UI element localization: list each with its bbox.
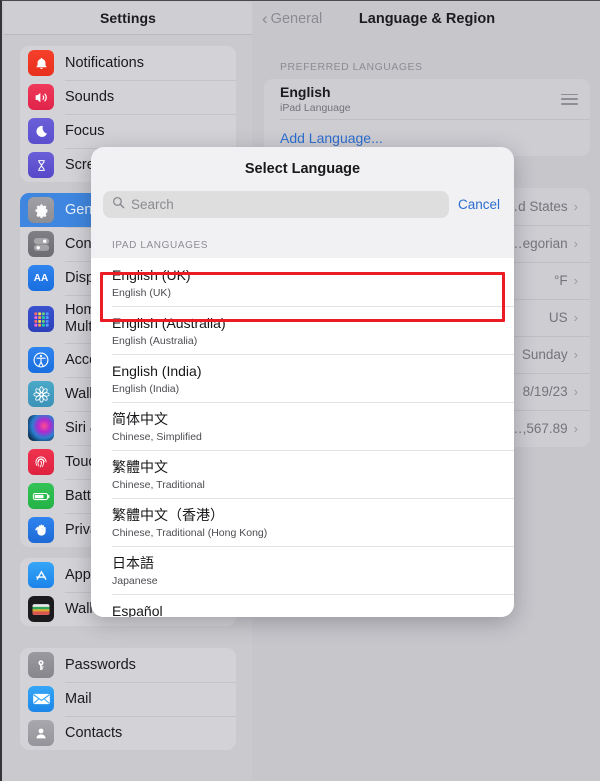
sidebar-item-label: Passwords: [65, 656, 136, 673]
accessibility-icon: [28, 347, 54, 373]
region-setting-value: …egorian: [509, 236, 568, 251]
language-row-english[interactable]: English iPad Language: [264, 79, 590, 119]
language-option-name: English (UK): [112, 267, 191, 283]
sidebar-header: Settings: [4, 2, 252, 35]
ipad-settings-screen: Settings Notifications Sounds Focus Screen …: [0, 0, 600, 781]
language-option-name: English (Australia): [112, 315, 226, 331]
region-setting-value: …d States: [504, 199, 568, 214]
detail-navbar: ‹ General Language & Region: [252, 2, 600, 35]
language-option-name: English (India): [112, 363, 202, 379]
appstore-icon: [28, 562, 54, 588]
language-option-name: 繁體中文（香港）: [112, 507, 224, 523]
region-setting-value: US: [548, 310, 568, 325]
sidebar-item-focus[interactable]: Focus: [20, 114, 236, 148]
region-setting-value: …,567.89: [509, 421, 568, 436]
chevron-right-icon: ›: [573, 421, 578, 436]
search-icon: [112, 196, 125, 214]
grid-icon: [28, 306, 54, 332]
preferred-languages-header: PREFERRED LANGUAGES: [280, 61, 423, 73]
sidebar-item-notifications[interactable]: Notifications: [20, 46, 236, 80]
chevron-right-icon: ›: [573, 273, 578, 288]
sidebar-item-label: Focus: [65, 122, 105, 139]
reorder-handle[interactable]: [561, 93, 578, 105]
wallet-icon: [28, 596, 54, 622]
battery-icon: [28, 483, 54, 509]
language-option-subtitle: English (Australia): [112, 335, 198, 347]
modal-title: Select Language: [244, 161, 361, 177]
language-option-subtitle: Chinese, Traditional: [112, 479, 205, 491]
sidebar-item-mail[interactable]: Mail: [20, 682, 236, 716]
language-option[interactable]: 繁體中文 Chinese, Traditional: [91, 450, 514, 498]
hourglass-icon: [28, 152, 54, 178]
language-subtitle: iPad Language: [280, 102, 351, 114]
aa-icon: AA: [28, 265, 54, 291]
sidebar-group: Passwords Mail Contacts: [20, 648, 236, 750]
contacts-icon: [28, 720, 54, 746]
mail-icon: [28, 686, 54, 712]
sidebar-item-passwords[interactable]: Passwords: [20, 648, 236, 682]
add-language-label: Add Language...: [280, 129, 383, 146]
language-option-subtitle: Chinese, Traditional (Hong Kong): [112, 527, 268, 539]
language-option[interactable]: English (UK) English (UK): [91, 258, 514, 306]
preferred-languages-card: English iPad Language Add Language...: [264, 79, 590, 156]
language-name: English: [280, 84, 331, 100]
language-option-subtitle: English (India): [112, 383, 180, 395]
back-button-label: General: [270, 10, 323, 27]
chevron-right-icon: ›: [573, 384, 578, 399]
chevron-right-icon: ›: [573, 347, 578, 362]
sidebar-item-sounds[interactable]: Sounds: [20, 80, 236, 114]
sidebar-item-label: Sounds: [65, 88, 115, 105]
siri-icon: [28, 415, 54, 441]
language-list: English (UK) English (UK) English (Austral…: [91, 258, 514, 617]
flower-icon: [28, 381, 54, 407]
region-setting-value: Sunday: [521, 347, 568, 362]
gear-icon: [28, 197, 54, 223]
sidebar-item-label: Mail: [65, 690, 92, 707]
modal-search-bar: Cancel: [91, 177, 514, 218]
language-option-name: 日本語: [112, 555, 154, 571]
sidebar-item-label: Notifications: [65, 54, 144, 71]
bell-icon: [28, 50, 54, 76]
language-option-subtitle: English (UK): [112, 287, 171, 299]
fingerprint-icon: [28, 449, 54, 475]
ipad-languages-header: IPAD LANGUAGES: [112, 240, 209, 251]
language-option-name: 简体中文: [112, 411, 168, 427]
chevron-left-icon: ‹: [262, 9, 268, 28]
language-option-name: Español: [112, 603, 163, 617]
language-option[interactable]: English (India) English (India): [91, 354, 514, 402]
language-option[interactable]: English (Australia) English (Australia): [91, 306, 514, 354]
select-language-modal: Select Language Cancel IPAD LANGUAGES En…: [91, 147, 514, 617]
language-option-name: 繁體中文: [112, 459, 168, 475]
hand-icon: [28, 517, 54, 543]
language-option-subtitle: Japanese: [112, 575, 158, 587]
key-icon: [28, 652, 54, 678]
sidebar-item-contacts[interactable]: Contacts: [20, 716, 236, 750]
sidebar-item-label: Contacts: [65, 724, 123, 741]
region-setting-value: °F: [554, 273, 568, 288]
language-option[interactable]: 日本語 Japanese: [91, 546, 514, 594]
search-input[interactable]: [131, 197, 440, 212]
region-setting-value: 8/19/23: [522, 384, 568, 399]
language-option[interactable]: Español: [91, 594, 514, 617]
language-option[interactable]: 简体中文 Chinese, Simplified: [91, 402, 514, 450]
chevron-right-icon: ›: [573, 310, 578, 325]
speaker-icon: [28, 84, 54, 110]
language-option[interactable]: 繁體中文（香港） Chinese, Traditional (Hong Kong): [91, 498, 514, 546]
search-field[interactable]: [103, 191, 449, 218]
toggles-icon: [28, 231, 54, 257]
chevron-right-icon: ›: [573, 199, 578, 214]
cancel-button[interactable]: Cancel: [458, 197, 502, 212]
language-option-subtitle: Chinese, Simplified: [112, 431, 202, 443]
back-button[interactable]: ‹ General: [262, 10, 322, 27]
moon-icon: [28, 118, 54, 144]
page-title: Settings: [99, 10, 157, 26]
chevron-right-icon: ›: [573, 236, 578, 251]
